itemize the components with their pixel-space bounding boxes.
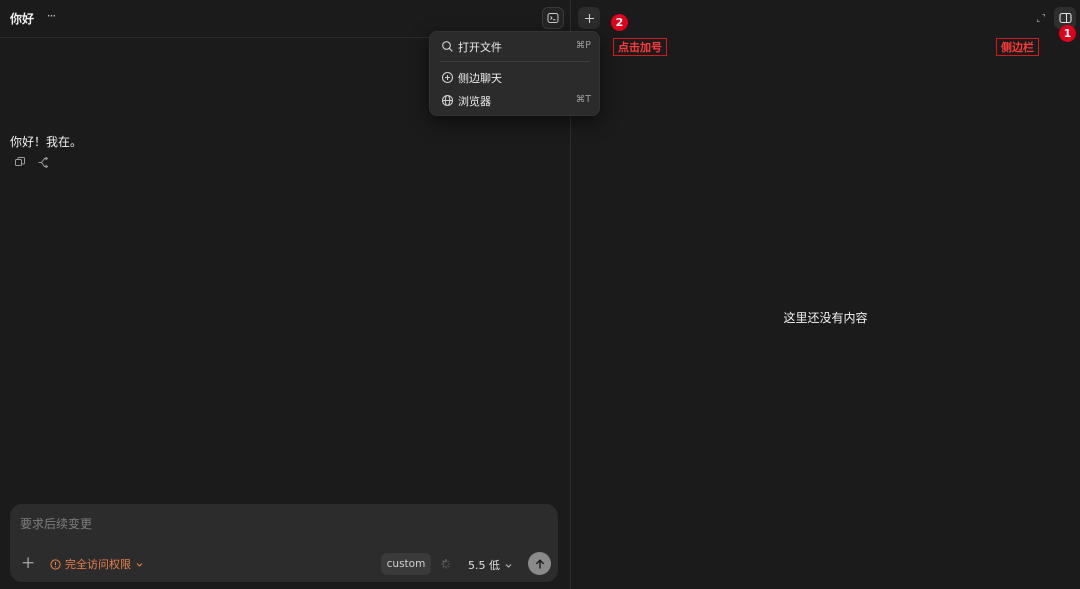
sidebar-icon (1058, 12, 1072, 24)
add-menu: 打开文件 ⌘P 侧边聊天 浏览器 ⌘T (429, 31, 600, 116)
copy-icon[interactable] (14, 156, 26, 168)
menu-item-side-chat[interactable]: 侧边聊天 (430, 68, 601, 88)
side-panel: 这里还没有内容 (571, 0, 1080, 589)
terminal-icon (547, 13, 559, 23)
menu-separator (440, 61, 590, 62)
permission-label: 完全访问权限 (65, 558, 131, 571)
follow-up-input[interactable] (20, 515, 540, 533)
more-options-button[interactable]: ··· (43, 9, 59, 25)
globe-icon (441, 94, 454, 107)
assistant-message: 你好！我在。 (10, 135, 83, 149)
model-label: 5.5 低 (468, 559, 500, 572)
annotation-badge-1: 1 (1059, 25, 1076, 42)
menu-item-label: 侧边聊天 (458, 72, 502, 85)
loading-spinner-icon (441, 559, 451, 569)
annotation-badge-2: 2 (611, 14, 628, 31)
annotation-label-plus: 点击加号 (613, 38, 667, 56)
menu-item-open-file[interactable]: 打开文件 ⌘P (430, 37, 601, 57)
chevron-down-icon (505, 563, 512, 568)
chat-title[interactable]: 你好 (10, 10, 34, 27)
attach-button[interactable]: + (21, 555, 35, 572)
annotation-label-sidebar: 侧边栏 (996, 38, 1039, 56)
model-selector[interactable]: 5.5 低 (468, 557, 513, 573)
permission-dropdown[interactable]: 完全访问权限 (50, 556, 148, 572)
custom-button[interactable]: custom (381, 553, 431, 575)
empty-state-text: 这里还没有内容 (783, 311, 868, 325)
menu-item-shortcut: ⌘P (575, 40, 591, 51)
composer: + 完全访问权限 custom 5.5 低 (10, 504, 558, 582)
plus-circle-icon (441, 71, 454, 84)
menu-item-browser[interactable]: 浏览器 ⌘T (430, 91, 601, 111)
expand-icon[interactable] (1035, 12, 1047, 24)
fork-icon[interactable] (37, 156, 49, 168)
search-icon (442, 41, 453, 52)
send-button[interactable] (528, 552, 551, 575)
menu-item-label: 浏览器 (458, 95, 491, 108)
menu-item-label: 打开文件 (458, 41, 502, 54)
menu-item-shortcut: ⌘T (575, 94, 591, 105)
add-button[interactable] (578, 7, 600, 29)
terminal-button[interactable] (542, 7, 564, 29)
warning-icon (50, 558, 61, 570)
chevron-down-icon (136, 562, 143, 567)
plus-icon (584, 13, 594, 23)
arrow-up-icon (535, 558, 544, 569)
